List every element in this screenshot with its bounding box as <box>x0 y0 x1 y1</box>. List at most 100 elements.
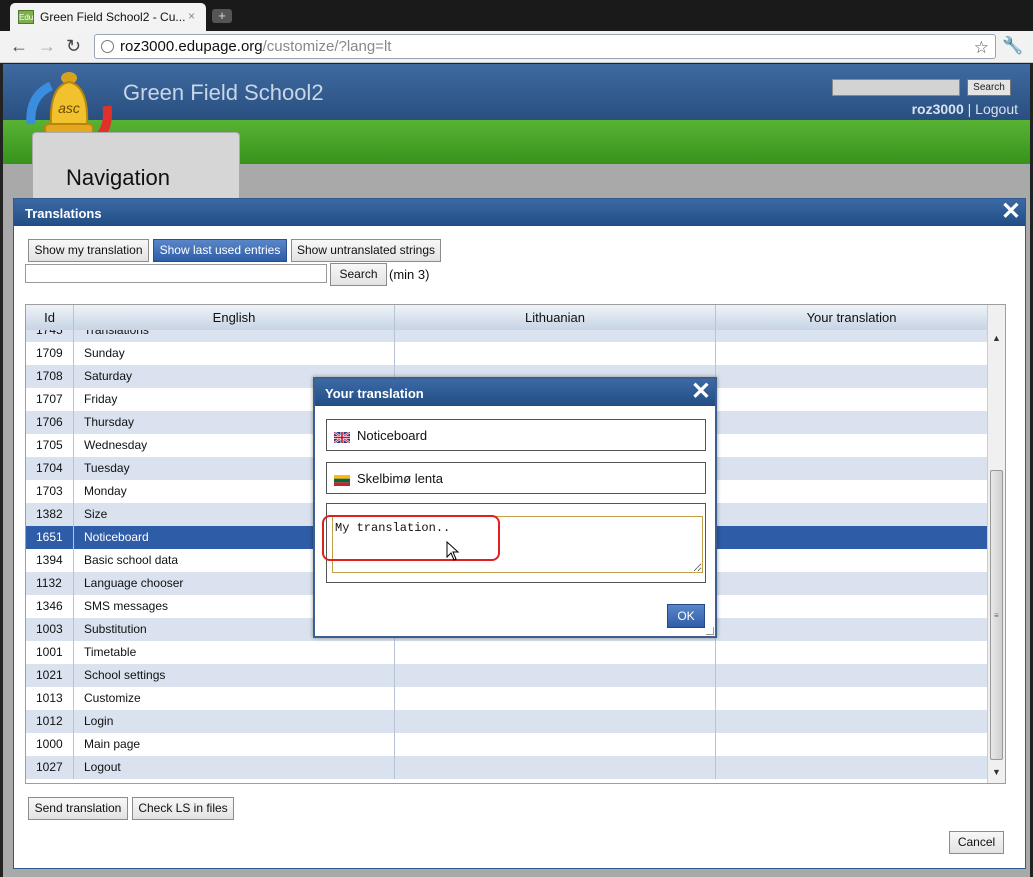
cell-lithuanian <box>395 687 716 710</box>
cancel-button[interactable]: Cancel <box>949 831 1004 854</box>
lithuanian-source-text: Skelbimø lenta <box>357 471 443 486</box>
table-row[interactable]: 1012 Login <box>26 710 987 733</box>
min-chars-label: (min 3) <box>389 267 430 282</box>
wrench-icon[interactable]: 🔧 <box>1002 36 1023 56</box>
cell-id: 1651 <box>26 526 74 549</box>
cell-your-translation <box>716 503 987 526</box>
scroll-up-icon[interactable]: ▲ <box>992 333 1001 343</box>
table-row[interactable]: 1000 Main page <box>26 733 987 756</box>
scroll-grip-icon: ≡ <box>994 611 999 620</box>
cell-your-translation <box>716 756 987 779</box>
english-source-box: Noticeboard <box>326 419 706 451</box>
school-name[interactable]: Green Field School2 <box>123 80 324 106</box>
browser-tab[interactable]: Edu Green Field School2 - Cu... × <box>10 3 206 31</box>
popup-close-icon[interactable]: ✕ <box>691 380 711 404</box>
favicon-icon: Edu <box>18 10 34 24</box>
cell-id: 1027 <box>26 756 74 779</box>
send-translation-button[interactable]: Send translation <box>28 797 128 820</box>
show-my-translation-button[interactable]: Show my translation <box>28 239 149 262</box>
filter-search-button[interactable]: Search <box>330 263 387 286</box>
lithuania-flag-icon <box>334 475 350 486</box>
popup-titlebar[interactable]: Your translation ✕ <box>315 379 715 406</box>
mouse-cursor-icon <box>446 541 460 561</box>
ok-button[interactable]: OK <box>667 604 705 628</box>
your-translation-popup: Your translation ✕ Noticeboard Skelbimø … <box>313 377 717 638</box>
address-bar[interactable]: roz3000.edupage.org/customize/?lang=lt ☆ <box>94 34 996 59</box>
browser-tabstrip: Edu Green Field School2 - Cu... × + <box>0 0 1033 32</box>
cell-english: Customize <box>74 687 395 710</box>
column-header-id[interactable]: Id <box>26 305 74 330</box>
tab-close-icon[interactable]: × <box>188 9 195 23</box>
cell-your-translation <box>716 710 987 733</box>
show-last-used-entries-button[interactable]: Show last used entries <box>153 239 287 262</box>
close-icon[interactable]: ✕ <box>1001 200 1021 224</box>
table-row[interactable]: 1745 Translations <box>26 330 987 342</box>
cell-id: 1000 <box>26 733 74 756</box>
table-row[interactable]: 1013 Customize <box>26 687 987 710</box>
check-ls-in-files-button[interactable]: Check LS in files <box>132 797 234 820</box>
cell-id: 1346 <box>26 595 74 618</box>
cell-id: 1703 <box>26 480 74 503</box>
cell-english: Main page <box>74 733 395 756</box>
filter-search-input[interactable] <box>25 264 327 283</box>
grid-header: Id English Lithuanian Your translation <box>26 305 987 330</box>
cell-english: Translations <box>74 330 395 342</box>
forward-icon[interactable]: → <box>38 36 56 56</box>
site-search-input[interactable] <box>832 79 960 96</box>
cell-your-translation <box>716 595 987 618</box>
cell-english: Sunday <box>74 342 395 365</box>
cell-your-translation <box>716 480 987 503</box>
cell-id: 1012 <box>26 710 74 733</box>
cell-lithuanian <box>395 342 716 365</box>
table-row[interactable]: 1709 Sunday <box>26 342 987 365</box>
username-link[interactable]: roz3000 <box>912 101 964 117</box>
reload-icon[interactable]: ↻ <box>66 36 81 56</box>
cell-english: Login <box>74 710 395 733</box>
table-row[interactable]: 1027 Logout <box>26 756 987 779</box>
scroll-down-icon[interactable]: ▼ <box>992 767 1001 777</box>
cell-id: 1745 <box>26 330 74 342</box>
navigation-tab[interactable]: Navigation <box>32 132 240 202</box>
table-row[interactable]: 1021 School settings <box>26 664 987 687</box>
cell-id: 1013 <box>26 687 74 710</box>
user-line: roz3000 | Logout <box>912 101 1018 117</box>
logo-text: asc <box>58 100 80 116</box>
resize-grip-icon[interactable] <box>706 627 714 635</box>
scroll-thumb[interactable]: ≡ <box>990 470 1003 760</box>
cell-id: 1708 <box>26 365 74 388</box>
navigation-tab-label: Navigation <box>66 165 170 190</box>
translation-textarea[interactable]: My translation.. <box>332 516 703 573</box>
cell-your-translation <box>716 434 987 457</box>
cell-id: 1003 <box>26 618 74 641</box>
cell-lithuanian <box>395 733 716 756</box>
url-host: roz3000.edupage.org <box>120 38 263 55</box>
cell-id: 1394 <box>26 549 74 572</box>
logout-link[interactable]: Logout <box>975 101 1018 117</box>
table-row[interactable]: 1001 Timetable <box>26 641 987 664</box>
back-icon[interactable]: ← <box>10 36 28 56</box>
cell-id: 1705 <box>26 434 74 457</box>
column-header-your-translation[interactable]: Your translation <box>716 305 987 330</box>
cell-id: 1132 <box>26 572 74 595</box>
site-search-button[interactable]: Search <box>967 79 1011 96</box>
grid-scrollbar[interactable]: ▲ ≡ ▼ <box>987 305 1005 783</box>
cell-english: School settings <box>74 664 395 687</box>
cell-your-translation <box>716 664 987 687</box>
url-path: /customize/?lang=lt <box>262 38 392 55</box>
cell-your-translation <box>716 526 987 549</box>
cell-id: 1001 <box>26 641 74 664</box>
cell-your-translation <box>716 411 987 434</box>
cell-your-translation <box>716 687 987 710</box>
translations-dialog-titlebar[interactable]: Translations ✕ <box>14 199 1025 226</box>
cell-id: 1709 <box>26 342 74 365</box>
show-untranslated-strings-button[interactable]: Show untranslated strings <box>291 239 441 262</box>
cell-id: 1706 <box>26 411 74 434</box>
cell-your-translation <box>716 549 987 572</box>
column-header-english[interactable]: English <box>74 305 395 330</box>
cell-id: 1382 <box>26 503 74 526</box>
star-icon[interactable]: ☆ <box>974 36 989 59</box>
user-separator: | <box>967 101 972 117</box>
column-header-lithuanian[interactable]: Lithuanian <box>395 305 716 330</box>
new-tab-button[interactable]: + <box>212 9 232 23</box>
cell-id: 1707 <box>26 388 74 411</box>
